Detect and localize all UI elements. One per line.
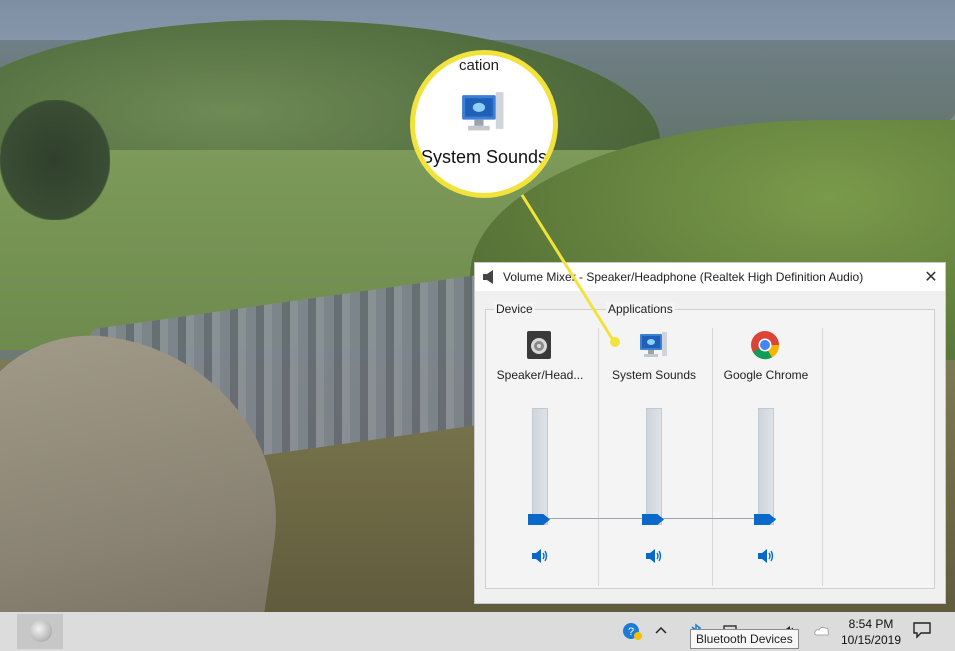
svg-text:?: ? xyxy=(628,626,634,638)
channel-system-sounds: System Sounds xyxy=(604,330,704,580)
trees xyxy=(0,100,110,220)
close-button[interactable]: ✕ xyxy=(917,263,945,291)
sound-app-icon xyxy=(30,620,52,642)
speaker-icon xyxy=(483,270,493,284)
divider xyxy=(822,328,823,586)
volume-slider-track[interactable] xyxy=(758,408,774,525)
mute-toggle-icon[interactable] xyxy=(644,548,662,564)
clock-date: 10/15/2019 xyxy=(840,633,902,647)
bluetooth-tooltip: Bluetooth Devices xyxy=(690,629,799,649)
chrome-icon[interactable] xyxy=(750,330,780,360)
system-sounds-icon xyxy=(462,92,504,131)
divider xyxy=(598,328,599,586)
volume-slider-track[interactable] xyxy=(646,408,662,525)
window-title: Volume Mixer - Speaker/Headphone (Realte… xyxy=(503,270,864,284)
channel-label: Google Chrome xyxy=(723,368,809,382)
system-sounds-icon[interactable] xyxy=(638,330,668,360)
volume-slider-track[interactable] xyxy=(532,408,548,525)
mixer-panel: Device Applications Speaker/Head... Syst… xyxy=(485,302,935,589)
channel-google-chrome: Google Chrome xyxy=(716,330,816,580)
channel-label: Speaker/Head... xyxy=(496,368,584,382)
clock-time: 8:54 PM xyxy=(848,617,894,631)
mute-toggle-icon[interactable] xyxy=(530,548,548,564)
title-bar[interactable]: Volume Mixer - Speaker/Headphone (Realte… xyxy=(475,263,945,291)
callout-label: System Sounds xyxy=(420,147,548,167)
chevron-up-icon[interactable] xyxy=(651,621,671,641)
onedrive-icon[interactable] xyxy=(812,621,832,641)
device-group-label: Device xyxy=(494,302,535,316)
taskbar-clock[interactable]: 8:54 PM 10/15/2019 xyxy=(832,616,910,648)
callout-partial-text: cation xyxy=(459,57,500,74)
channel-speaker: Speaker/Head... xyxy=(490,330,590,580)
applications-group-label: Applications xyxy=(606,302,675,316)
zoom-callout: cation System Sounds xyxy=(410,50,558,198)
channel-label: System Sounds xyxy=(611,368,697,382)
help-icon[interactable]: ? xyxy=(622,621,642,641)
mute-toggle-icon[interactable] xyxy=(756,548,774,564)
divider xyxy=(712,328,713,586)
action-center-icon[interactable] xyxy=(912,621,932,639)
speaker-icon[interactable] xyxy=(524,330,554,360)
volume-mixer-window: Volume Mixer - Speaker/Headphone (Realte… xyxy=(474,262,946,604)
